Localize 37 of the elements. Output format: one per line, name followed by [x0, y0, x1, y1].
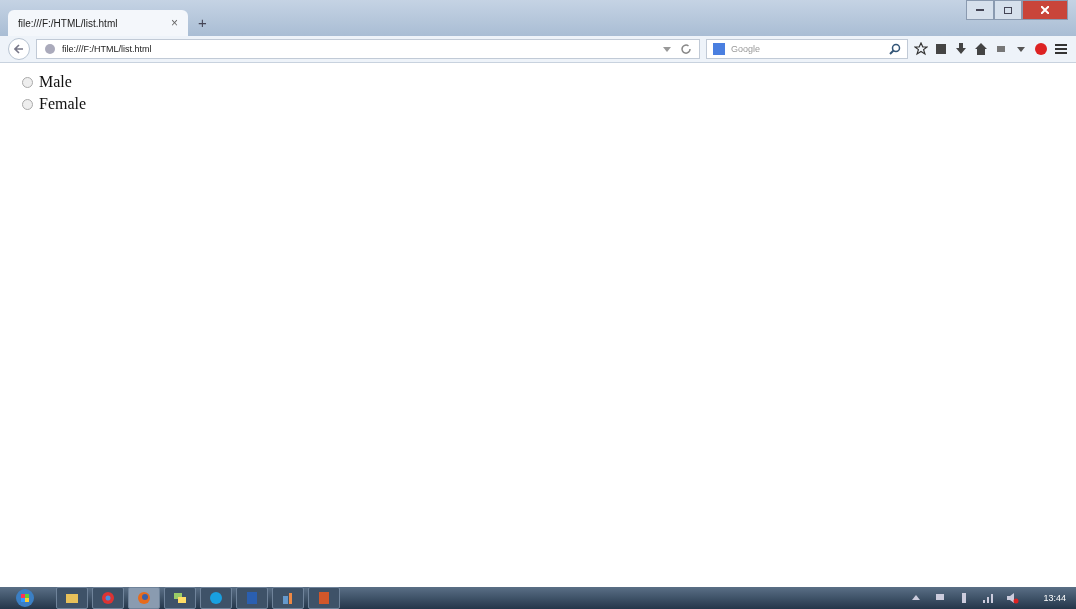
- star-icon[interactable]: [914, 42, 928, 56]
- radio-button[interactable]: [22, 76, 33, 88]
- taskbar-app-button[interactable]: [164, 587, 196, 609]
- minimize-button[interactable]: [966, 0, 994, 20]
- back-button[interactable]: [8, 38, 30, 60]
- maximize-icon: [1004, 6, 1012, 14]
- tab-title: file:///F:/HTML/list.html: [18, 17, 118, 29]
- maximize-button[interactable]: [994, 0, 1022, 20]
- menu-icon[interactable]: [1054, 42, 1068, 56]
- search-icon[interactable]: [888, 42, 902, 56]
- clock: 13:44: [1043, 593, 1066, 603]
- taskbar-app-button[interactable]: [200, 587, 232, 609]
- search-field[interactable]: Google: [731, 44, 883, 54]
- back-arrow-icon: [14, 44, 24, 54]
- search-bar[interactable]: Google: [706, 39, 908, 59]
- taskbar-app-button[interactable]: [272, 587, 304, 609]
- address-bar[interactable]: file:///F:/HTML/list.html: [36, 39, 700, 59]
- reload-icon[interactable]: [679, 42, 693, 56]
- radio-button[interactable]: [22, 98, 33, 110]
- download-icon[interactable]: [954, 42, 968, 56]
- address-text: file:///F:/HTML/list.html: [62, 44, 152, 54]
- chat-icon: [173, 591, 187, 605]
- browser-tab[interactable]: file:///F:/HTML/list.html ×: [8, 10, 188, 36]
- folder-icon: [65, 591, 79, 605]
- home-icon[interactable]: [974, 42, 988, 56]
- radio-label: Male: [39, 73, 72, 91]
- tab-close-button[interactable]: ×: [171, 16, 178, 30]
- signal-icon[interactable]: [981, 591, 996, 605]
- minimize-icon: [976, 9, 984, 11]
- search-engine-icon[interactable]: [712, 42, 726, 56]
- speaker-icon[interactable]: [1005, 591, 1020, 605]
- close-button[interactable]: [1022, 0, 1068, 20]
- taskbar-app-button[interactable]: [56, 587, 88, 609]
- radio-label: Female: [39, 95, 87, 113]
- close-icon: [1041, 6, 1049, 14]
- paint-icon: [281, 591, 295, 605]
- new-tab-button[interactable]: +: [198, 14, 207, 31]
